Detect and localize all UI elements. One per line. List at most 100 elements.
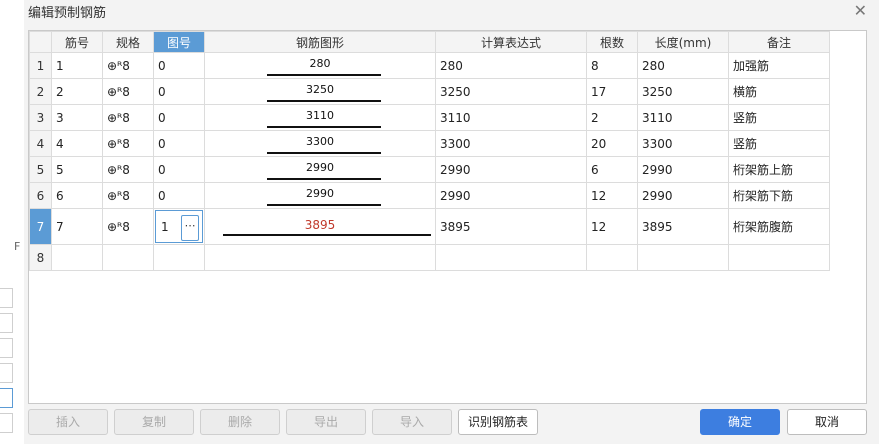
column-header-shape[interactable]: 钢筋图形: [204, 31, 436, 53]
column-header-spec[interactable]: 规格: [102, 31, 154, 53]
cell-note[interactable]: 竖筋: [728, 104, 830, 131]
cell-bar-no[interactable]: 3: [51, 104, 103, 131]
cell-length[interactable]: 280: [637, 52, 729, 79]
cell-note[interactable]: 桁架筋上筋: [728, 156, 830, 183]
row-number[interactable]: 4: [29, 130, 52, 157]
row-number[interactable]: 3: [29, 104, 52, 131]
delete-button[interactable]: 删除: [200, 409, 280, 435]
cell-figure-no[interactable]: 0: [153, 182, 205, 209]
cell-bar-no[interactable]: 1: [51, 52, 103, 79]
cell-bar-no[interactable]: 6: [51, 182, 103, 209]
cell-note[interactable]: 竖筋: [728, 130, 830, 157]
cell-length[interactable]: 3300: [637, 130, 729, 157]
cell-figure-no[interactable]: 0: [153, 78, 205, 105]
cell-bar-no[interactable]: 2: [51, 78, 103, 105]
recognize-rebar-table-button[interactable]: 识别钢筋表: [458, 409, 538, 435]
row-number[interactable]: 8: [29, 244, 52, 271]
row-number[interactable]: 7: [29, 208, 52, 245]
cell-expression[interactable]: 3250: [435, 78, 587, 105]
more-options-button[interactable]: ⋯: [181, 215, 199, 241]
table-row[interactable]: 3 3 ⊕ᴿ8 0 3110 3110 2 3110 竖筋: [29, 104, 830, 131]
cell-spec[interactable]: ⊕ᴿ8: [102, 52, 154, 79]
row-number[interactable]: 5: [29, 156, 52, 183]
table-row[interactable]: 8: [29, 244, 830, 271]
cell-expression[interactable]: [435, 244, 587, 271]
cell-figure-no[interactable]: 0: [153, 52, 205, 79]
cell-shape[interactable]: 2990: [204, 156, 436, 183]
cell-note[interactable]: 横筋: [728, 78, 830, 105]
cell-spec[interactable]: ⊕ᴿ8: [102, 78, 154, 105]
cell-shape[interactable]: 2990: [204, 182, 436, 209]
column-header-length[interactable]: 长度(mm): [637, 31, 729, 53]
cell-length[interactable]: 2990: [637, 182, 729, 209]
cell-bar-no[interactable]: 7: [51, 208, 103, 245]
cell-expression[interactable]: 2990: [435, 182, 587, 209]
column-header-figure-no[interactable]: 图号: [153, 31, 205, 53]
cell-shape[interactable]: [204, 244, 436, 271]
import-button[interactable]: 导入: [372, 409, 452, 435]
cell-spec[interactable]: [102, 244, 154, 271]
cell-bar-no[interactable]: [51, 244, 103, 271]
insert-button[interactable]: 插入: [28, 409, 108, 435]
cell-expression[interactable]: 280: [435, 52, 587, 79]
row-number[interactable]: 6: [29, 182, 52, 209]
cell-figure-no-editing[interactable]: 1 ⋯: [153, 208, 205, 245]
close-icon[interactable]: ✕: [854, 1, 867, 20]
column-header-bar-no[interactable]: 筋号: [51, 31, 103, 53]
cell-count[interactable]: 8: [586, 52, 638, 79]
table-row[interactable]: 1 1 ⊕ᴿ8 0 280 280 8 280 加强筋: [29, 52, 830, 79]
cell-spec[interactable]: ⊕ᴿ8: [102, 104, 154, 131]
table-row[interactable]: 4 4 ⊕ᴿ8 0 3300 3300 20 3300 竖筋: [29, 130, 830, 157]
cell-note[interactable]: 桁架筋腹筋: [728, 208, 830, 245]
cell-length[interactable]: [637, 244, 729, 271]
cell-figure-no[interactable]: [153, 244, 205, 271]
table-row[interactable]: 5 5 ⊕ᴿ8 0 2990 2990 6 2990 桁架筋上筋: [29, 156, 830, 183]
table-row[interactable]: 6 6 ⊕ᴿ8 0 2990 2990 12 2990 桁架筋下筋: [29, 182, 830, 209]
row-number[interactable]: 1: [29, 52, 52, 79]
cell-shape[interactable]: 3895: [204, 208, 436, 245]
cell-note[interactable]: 桁架筋下筋: [728, 182, 830, 209]
cell-spec[interactable]: ⊕ᴿ8: [102, 130, 154, 157]
cell-spec[interactable]: ⊕ᴿ8: [102, 156, 154, 183]
figure-no-editor[interactable]: 1 ⋯: [155, 210, 203, 243]
cell-count[interactable]: 2: [586, 104, 638, 131]
table-row[interactable]: 2 2 ⊕ᴿ8 0 3250 3250 17 3250 横筋: [29, 78, 830, 105]
cell-count[interactable]: 12: [586, 208, 638, 245]
cell-bar-no[interactable]: 4: [51, 130, 103, 157]
copy-button[interactable]: 复制: [114, 409, 194, 435]
cell-count[interactable]: 20: [586, 130, 638, 157]
cell-expression[interactable]: 3895: [435, 208, 587, 245]
table-row-selected[interactable]: 7 7 ⊕ᴿ8 1 ⋯ 3895 3895 12 3895 桁架筋腹筋: [29, 208, 830, 245]
rebar-grid[interactable]: 筋号 规格 图号 钢筋图形 计算表达式 根数 长度(mm) 备注 1 1 ⊕ᴿ8…: [28, 30, 867, 404]
cancel-button[interactable]: 取消: [787, 409, 867, 435]
cell-count[interactable]: 17: [586, 78, 638, 105]
cell-length[interactable]: 3250: [637, 78, 729, 105]
cell-length[interactable]: 2990: [637, 156, 729, 183]
column-header-note[interactable]: 备注: [728, 31, 830, 53]
cell-spec[interactable]: ⊕ᴿ8: [102, 182, 154, 209]
ok-button[interactable]: 确定: [700, 409, 780, 435]
row-number[interactable]: 2: [29, 78, 52, 105]
cell-note[interactable]: 加强筋: [728, 52, 830, 79]
cell-shape[interactable]: 3110: [204, 104, 436, 131]
cell-length[interactable]: 3110: [637, 104, 729, 131]
cell-length[interactable]: 3895: [637, 208, 729, 245]
corner-cell[interactable]: [29, 31, 52, 53]
cell-spec[interactable]: ⊕ᴿ8: [102, 208, 154, 245]
cell-expression[interactable]: 3110: [435, 104, 587, 131]
cell-expression[interactable]: 3300: [435, 130, 587, 157]
cell-expression[interactable]: 2990: [435, 156, 587, 183]
export-button[interactable]: 导出: [286, 409, 366, 435]
cell-figure-no[interactable]: 0: [153, 104, 205, 131]
cell-count[interactable]: 12: [586, 182, 638, 209]
cell-shape[interactable]: 280: [204, 52, 436, 79]
column-header-expression[interactable]: 计算表达式: [435, 31, 587, 53]
cell-figure-no[interactable]: 0: [153, 130, 205, 157]
cell-count[interactable]: [586, 244, 638, 271]
cell-bar-no[interactable]: 5: [51, 156, 103, 183]
cell-shape[interactable]: 3250: [204, 78, 436, 105]
column-header-count[interactable]: 根数: [586, 31, 638, 53]
cell-count[interactable]: 6: [586, 156, 638, 183]
cell-shape[interactable]: 3300: [204, 130, 436, 157]
cell-figure-no[interactable]: 0: [153, 156, 205, 183]
